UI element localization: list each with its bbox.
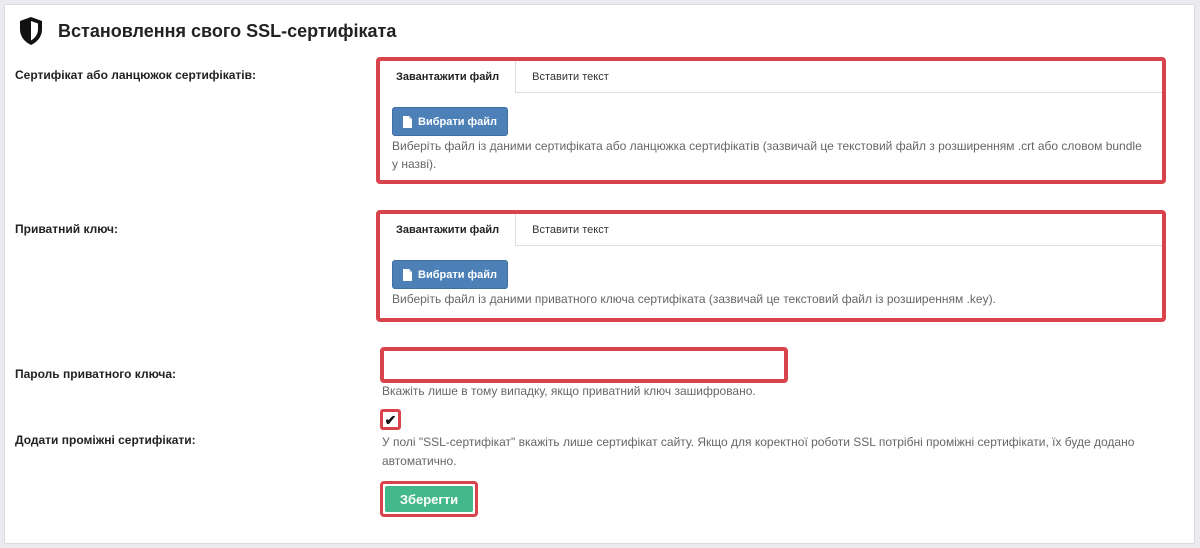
private-key-tabs: Завантажити файл Вставити текст <box>380 214 1162 246</box>
tab-paste-text[interactable]: Вставити текст <box>516 214 625 245</box>
tab-upload-file[interactable]: Завантажити файл <box>380 214 517 246</box>
choose-file-label: Вибрати файл <box>418 115 498 128</box>
choose-file-label: Вибрати файл <box>418 268 498 281</box>
save-button-frame: Зберегти <box>380 481 478 517</box>
certificate-tabs: Завантажити файл Вставити текст <box>380 61 1162 93</box>
private-key-hint: Виберіть файл із даними приватного ключа… <box>392 292 996 306</box>
checkmark-icon: ✔ <box>384 411 397 428</box>
page-header: Встановлення свого SSL-сертифіката <box>18 16 396 46</box>
page-title: Встановлення свого SSL-сертифіката <box>58 20 397 41</box>
file-icon <box>403 268 412 281</box>
password-hint: Вкажіть лише в тому випадку, якщо приват… <box>382 384 756 398</box>
password-input[interactable] <box>380 347 788 383</box>
private-key-label: Приватний ключ: <box>15 222 118 236</box>
certificate-upload-box: Завантажити файл Вставити текст Вибрати … <box>376 57 1166 184</box>
shield-icon <box>20 17 42 45</box>
certificate-label: Сертифікат або ланцюжок сертифікатів: <box>15 68 257 82</box>
save-button[interactable]: Зберегти <box>385 486 473 512</box>
choose-file-button[interactable]: Вибрати файл <box>392 260 509 289</box>
file-icon <box>403 115 412 128</box>
choose-file-button[interactable]: Вибрати файл <box>392 107 509 136</box>
intermediate-hint: У полі "SSL-сертифікат" вкажіть лише сер… <box>382 435 1135 468</box>
intermediate-label: Додати проміжні сертифікати: <box>15 433 196 447</box>
private-key-upload-box: Завантажити файл Вставити текст Вибрати … <box>376 210 1166 322</box>
intermediate-checkbox[interactable]: ✔ <box>380 409 401 430</box>
password-label: Пароль приватного ключа: <box>15 367 177 381</box>
tab-upload-file[interactable]: Завантажити файл <box>380 61 517 93</box>
certificate-hint: Виберіть файл із даними сертифіката або … <box>392 139 1142 171</box>
tab-paste-text[interactable]: Вставити текст <box>516 61 625 92</box>
